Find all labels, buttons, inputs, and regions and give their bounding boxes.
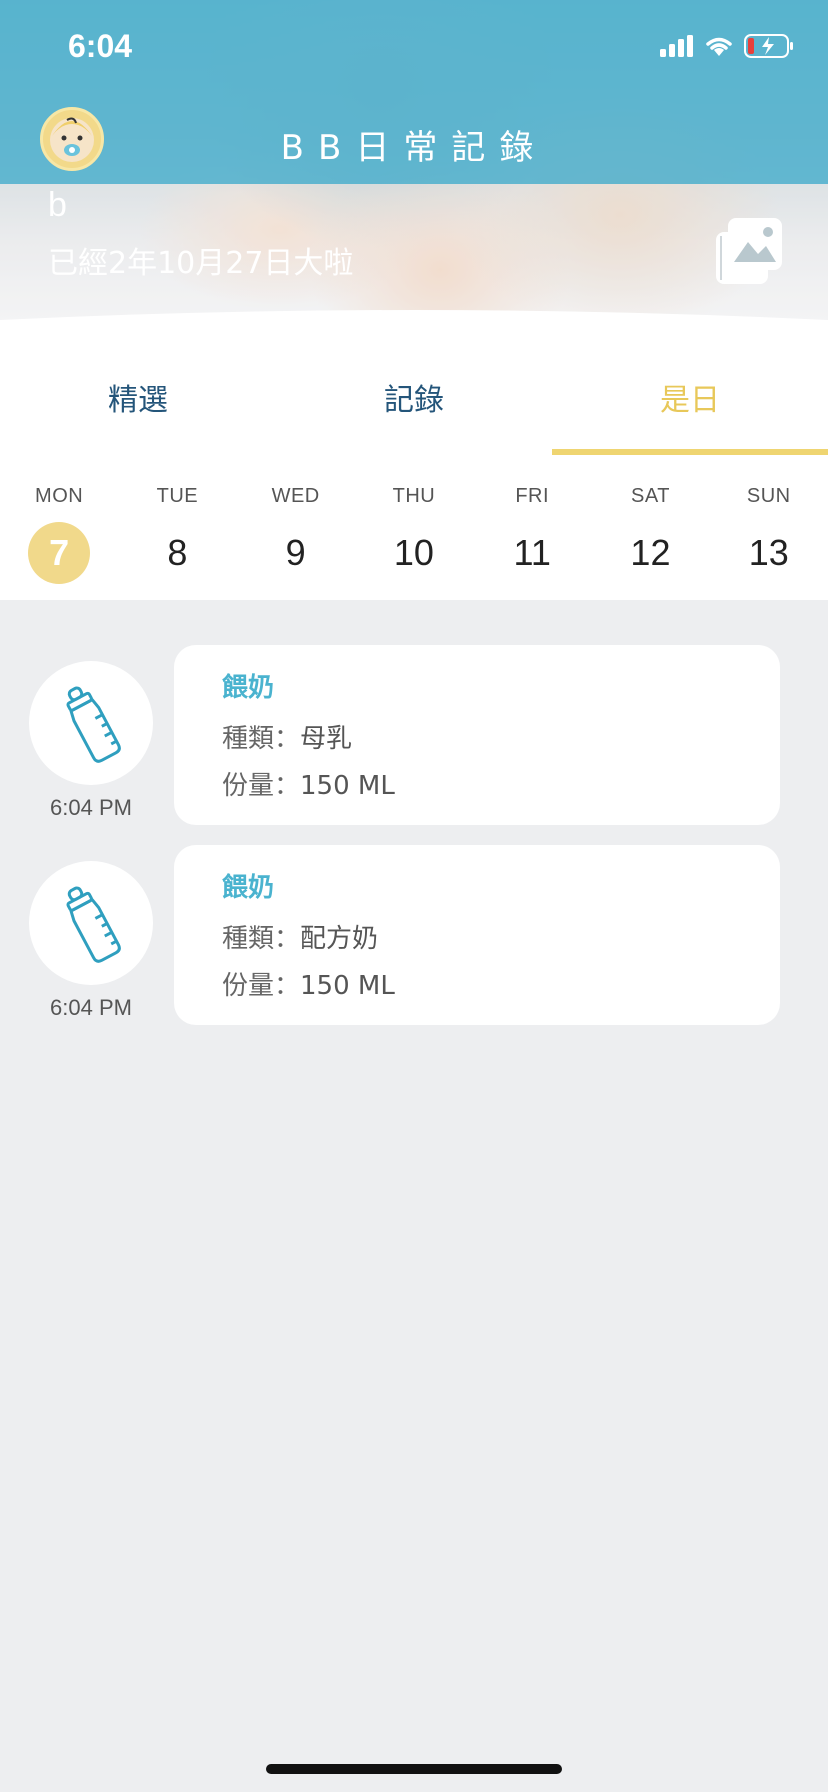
type-label: 種類： (222, 924, 301, 954)
day-fri[interactable]: FRI 11 (473, 455, 591, 600)
baby-name: b (48, 186, 67, 224)
day-name: WED (271, 485, 320, 507)
week-calendar: MON 7 TUE 8 WED 9 THU 10 FRI 11 SAT 12 S… (0, 455, 828, 600)
photo-gallery-icon[interactable] (716, 218, 782, 284)
day-name: THU (392, 485, 436, 507)
day-number: 9 (285, 532, 306, 573)
day-name: SUN (746, 485, 791, 507)
tab-today[interactable]: 是日 (552, 345, 828, 455)
type-value: 母乳 (300, 724, 353, 754)
wifi-icon (706, 37, 732, 56)
day-name: MON (35, 485, 84, 507)
record-type-line: 種類：配方奶 (222, 918, 780, 955)
day-number: 7 (28, 522, 91, 584)
amount-label: 份量： (222, 771, 301, 801)
battery-charging-icon (744, 34, 793, 58)
list-item[interactable]: 6:04 PM 餵奶 種類：母乳 份量：150 ML (0, 645, 828, 845)
status-time: 6:04 (68, 28, 133, 64)
record-card[interactable]: 餵奶 種類：配方奶 份量：150 ML (174, 845, 780, 1025)
cellular-signal-icon (660, 35, 693, 57)
day-name: TUE (156, 485, 199, 507)
record-list: 6:04 PM 餵奶 種類：母乳 份量：150 ML 6:04 PM 餵奶 種類… (0, 645, 828, 1045)
record-title: 餵奶 (222, 873, 275, 903)
tab-records[interactable]: 記錄 (276, 345, 552, 455)
status-icons (660, 34, 794, 58)
record-type-line: 種類：母乳 (222, 718, 780, 755)
baby-age: 已經2年10月27日大啦 (48, 246, 354, 281)
record-icon-circle (29, 661, 153, 785)
type-value: 配方奶 (300, 924, 379, 954)
record-title: 餵奶 (222, 673, 275, 703)
day-number: 8 (167, 532, 188, 573)
day-mon[interactable]: MON 7 (0, 455, 118, 600)
day-sat[interactable]: SAT 12 (591, 455, 709, 600)
day-wed[interactable]: WED 9 (237, 455, 355, 600)
day-number: 13 (748, 532, 789, 573)
app-title: BB日常記錄 (280, 128, 548, 168)
hero-curve (0, 310, 828, 345)
tab-bar: 精選 記錄 是日 (0, 345, 828, 455)
record-icon-circle (29, 861, 153, 985)
day-sun[interactable]: SUN 13 (710, 455, 828, 600)
day-name: SAT (631, 485, 670, 507)
day-thu[interactable]: THU 10 (355, 455, 473, 600)
record-amount-line: 份量：150 ML (222, 965, 780, 1002)
record-time: 6:04 PM (50, 795, 132, 820)
amount-label: 份量： (222, 971, 301, 1001)
amount-value: 150 ML (300, 971, 395, 1001)
day-name: FRI (515, 485, 550, 507)
list-item[interactable]: 6:04 PM 餵奶 種類：配方奶 份量：150 ML (0, 845, 828, 1045)
baby-bottle-icon (66, 686, 121, 763)
amount-value: 150 ML (300, 771, 395, 801)
type-label: 種類： (222, 724, 301, 754)
record-card[interactable]: 餵奶 種類：母乳 份量：150 ML (174, 645, 780, 825)
tab-featured[interactable]: 精選 (0, 345, 276, 455)
day-number: 12 (630, 532, 671, 573)
record-amount-line: 份量：150 ML (222, 765, 780, 802)
day-number: 11 (513, 532, 551, 573)
home-indicator[interactable] (266, 1764, 562, 1774)
hero-banner: 6:04 BB日常記錄 b 已經2年10月27日大啦 (0, 0, 828, 345)
record-time: 6:04 PM (50, 995, 132, 1020)
baby-bottle-icon (66, 886, 121, 963)
day-number: 10 (393, 532, 434, 573)
day-tue[interactable]: TUE 8 (118, 455, 236, 600)
